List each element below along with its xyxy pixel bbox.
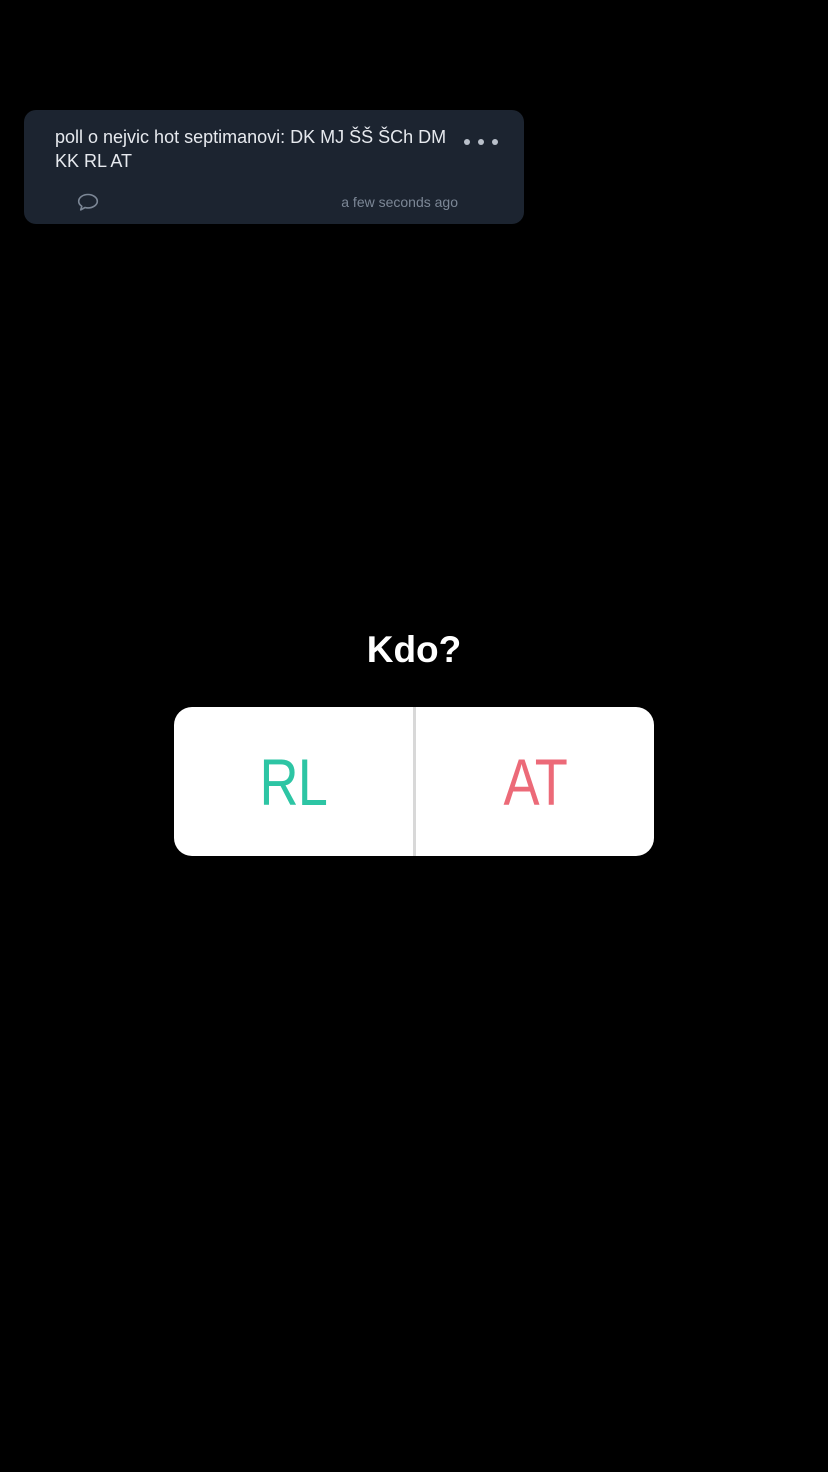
poll-option-at[interactable]: AT bbox=[437, 707, 633, 856]
comment-button[interactable] bbox=[76, 192, 100, 212]
poll-sticker: RL AT bbox=[174, 707, 654, 856]
more-options-button[interactable] bbox=[464, 136, 498, 148]
poll-question: Kdo? bbox=[366, 629, 462, 670]
more-dot-icon bbox=[478, 139, 484, 145]
post-timestamp: a few seconds ago bbox=[341, 194, 458, 210]
comment-bubble-icon bbox=[77, 193, 99, 211]
more-dot-icon bbox=[492, 139, 498, 145]
more-dot-icon bbox=[464, 139, 470, 145]
poll-divider bbox=[412, 707, 416, 856]
question-post-card[interactable]: poll o nejvic hot septimanovi: DK MJ ŠŠ … bbox=[24, 110, 524, 224]
poll-option-rl[interactable]: RL bbox=[195, 707, 391, 856]
post-text: poll o nejvic hot septimanovi: DK MJ ŠŠ … bbox=[55, 127, 447, 171]
